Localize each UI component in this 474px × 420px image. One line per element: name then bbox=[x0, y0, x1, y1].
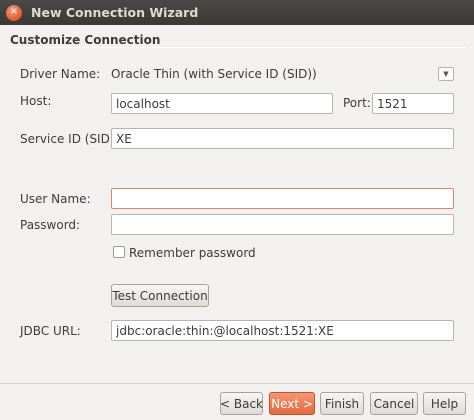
help-button-label: Help bbox=[430, 396, 459, 411]
back-button[interactable]: < Back bbox=[220, 392, 263, 415]
finish-button[interactable]: Finish bbox=[320, 392, 364, 415]
cancel-button[interactable]: Cancel bbox=[370, 392, 418, 415]
page-title: Customize Connection bbox=[10, 33, 161, 47]
next-button[interactable]: Next > bbox=[269, 392, 315, 415]
window-title: New Connection Wizard bbox=[31, 5, 199, 20]
footer-divider bbox=[0, 383, 474, 384]
cancel-button-label: Cancel bbox=[373, 396, 415, 411]
close-icon[interactable]: ✕ bbox=[6, 4, 22, 21]
remember-password-checkbox[interactable] bbox=[113, 246, 125, 258]
password-input[interactable] bbox=[111, 214, 454, 235]
help-button[interactable]: Help bbox=[423, 392, 466, 415]
password-label: Password: bbox=[20, 218, 81, 232]
back-button-label: < Back bbox=[220, 396, 264, 411]
port-input[interactable] bbox=[372, 93, 454, 114]
host-label: Host: bbox=[20, 94, 52, 108]
finish-button-label: Finish bbox=[324, 396, 360, 411]
wizard-header: Customize Connection bbox=[0, 25, 474, 51]
driver-name-label: Driver Name: bbox=[20, 67, 101, 81]
chevron-down-icon: ▼ bbox=[443, 70, 449, 78]
next-button-label: Next > bbox=[271, 396, 313, 411]
remember-password-label: Remember password bbox=[129, 246, 256, 260]
test-connection-label: Test Connection bbox=[112, 288, 208, 303]
user-name-input[interactable] bbox=[111, 188, 454, 209]
title-bar: ✕ New Connection Wizard bbox=[0, 0, 474, 25]
service-id-input[interactable] bbox=[111, 128, 454, 149]
jdbc-url-label: JDBC URL: bbox=[20, 324, 81, 338]
user-name-label: User Name: bbox=[20, 192, 91, 206]
header-divider bbox=[8, 47, 466, 48]
driver-dropdown-button[interactable]: ▼ bbox=[438, 67, 454, 81]
port-label: Port: bbox=[343, 96, 371, 110]
driver-name-value: Oracle Thin (with Service ID (SID)) bbox=[111, 67, 317, 81]
service-id-label: Service ID (SID): bbox=[20, 132, 119, 146]
jdbc-url-input[interactable] bbox=[111, 320, 454, 341]
host-input[interactable] bbox=[111, 93, 333, 114]
test-connection-button[interactable]: Test Connection bbox=[111, 284, 209, 307]
